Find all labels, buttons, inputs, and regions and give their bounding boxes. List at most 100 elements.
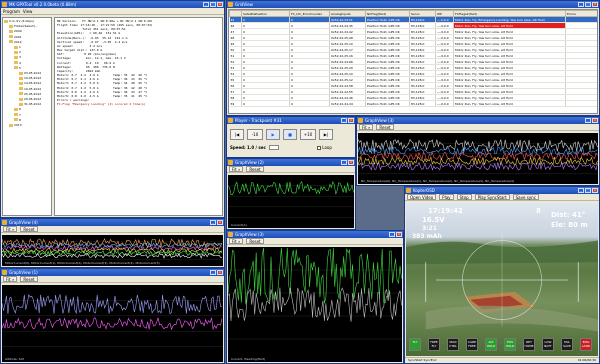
minimize-button[interactable]: _: [210, 270, 216, 275]
minimize-button[interactable]: _: [341, 160, 347, 165]
mode-indicator: POS HOLD: [504, 338, 516, 351]
checkbox-icon[interactable]: [317, 146, 321, 150]
minimize-button[interactable]: _: [203, 2, 209, 7]
table-cell: Motor Run, Fly, Yaw turn slow, Alt Hold: [453, 100, 566, 107]
data-grid[interactable]: SatellitePosition FC_I2C_ErrorCounter Anal…: [228, 9, 598, 114]
main-menubar: Program View: [1, 8, 224, 15]
graph-plot[interactable]: Current, Heading(Text): [228, 247, 402, 362]
graph-toolbar: Fit » Reset: [1, 226, 224, 233]
forward-10-button[interactable]: +10: [300, 129, 316, 140]
folder-icon: [9, 29, 13, 33]
folder-icon: [14, 66, 18, 70]
folder-tree[interactable]: C:\s drv (4 kbps) Folder(Select)... 2000 20…: [2, 17, 52, 216]
osd-statusbar: SyncStart SyncEnd 01:06/06:36: [405, 357, 599, 363]
close-button[interactable]: ×: [592, 2, 598, 7]
folder-icon: [19, 76, 23, 80]
close-button[interactable]: ×: [348, 118, 354, 123]
mode-indicator: FLY: [409, 338, 421, 351]
minimize-button[interactable]: _: [341, 118, 347, 123]
osd-titlebar[interactable]: KopterOSD _ □ ×: [405, 187, 599, 194]
graph-titlebar[interactable]: GraphView (3) _ ×: [227, 231, 403, 238]
graph-lines: [228, 180, 354, 218]
close-button[interactable]: ×: [217, 2, 223, 7]
grid-icon: [228, 2, 233, 7]
folder-icon: [19, 81, 23, 85]
graph-titlebar[interactable]: GraphView (3) _ ×: [357, 117, 599, 124]
back-10-button[interactable]: -10: [247, 129, 263, 140]
gridview-titlebar[interactable]: GridView _ □ ×: [227, 1, 599, 8]
folder-icon: [19, 92, 23, 96]
minimize-button[interactable]: _: [585, 118, 591, 123]
close-button[interactable]: ×: [217, 270, 223, 275]
reset-button[interactable]: Reset: [20, 226, 38, 232]
menu-program[interactable]: Program: [3, 9, 20, 14]
close-button[interactable]: ×: [592, 118, 598, 123]
speed-slider[interactable]: [269, 145, 279, 150]
fit-button[interactable]: Fit »: [3, 226, 18, 232]
osd-tool-button[interactable]: Play: [439, 194, 454, 200]
graph-titlebar[interactable]: GraphView (1) _ ×: [1, 269, 224, 276]
table-cell: -,-,0,0,0: [435, 100, 454, 107]
graph-window: GraphView (1) _ × Fit » Reset Altitude, SAT: [0, 268, 225, 364]
minimize-button[interactable]: _: [578, 2, 584, 7]
play-button[interactable]: ▶: [266, 129, 280, 140]
tree-item-label: 14.05.2012: [24, 81, 42, 86]
graph-window: GraphView (3) _ × Fit » Reset NC_Temperature…: [356, 116, 600, 186]
minimize-button[interactable]: _: [578, 188, 584, 193]
osd-tool-button[interactable]: Save sync: [512, 194, 539, 200]
reset-button[interactable]: Reset: [246, 238, 264, 244]
osd-title: KopterOSD: [413, 188, 435, 193]
folder-icon: [19, 87, 23, 91]
graph-plot[interactable]: Altitude, SAT: [2, 285, 223, 362]
graph-plot[interactable]: MotorCurrent(0), MotorCurrent(1), MotorC…: [2, 235, 223, 266]
reset-button[interactable]: Reset: [20, 276, 38, 282]
graph-icon: [228, 232, 233, 237]
skip-end-button[interactable]: ▶|: [319, 129, 333, 140]
graph-plot[interactable]: Current(A): [228, 175, 354, 228]
graph-legend: NC_Temperature(0), NC_Temperature(1), NC…: [361, 179, 515, 183]
skip-start-button[interactable]: |◀: [230, 129, 244, 140]
graph-legend: MotorCurrent(0), MotorCurrent(1), MotorC…: [5, 261, 160, 265]
table-cell: 59: [229, 100, 242, 107]
graph-title: GraphView (2): [235, 160, 264, 165]
stop-button[interactable]: ■: [283, 129, 297, 140]
graph-titlebar[interactable]: GraphView (4) _ ×: [1, 219, 224, 226]
tree-item-label: 7: [19, 112, 21, 117]
folder-icon: [14, 113, 18, 117]
close-button[interactable]: ×: [592, 188, 598, 193]
menu-view[interactable]: View: [23, 9, 33, 14]
fit-button[interactable]: Fit »: [3, 276, 18, 282]
maximize-button[interactable]: □: [210, 2, 216, 7]
fit-button[interactable]: Fit »: [229, 238, 244, 244]
table-cell: 0: [241, 100, 290, 107]
minimize-button[interactable]: _: [210, 220, 216, 225]
tree-item[interactable]: 2013: [4, 123, 50, 128]
reset-button[interactable]: Reset: [376, 124, 394, 130]
loop-checkbox[interactable]: Loop: [317, 145, 332, 150]
close-button[interactable]: ×: [396, 232, 402, 237]
osd-tool-button[interactable]: Open Video: [407, 194, 437, 200]
osd-tool-button[interactable]: Stop: [456, 194, 472, 200]
tree-item-label: 6: [19, 107, 21, 112]
close-button[interactable]: ×: [348, 160, 354, 165]
main-titlebar[interactable]: MK GPXTool v0.2.0.0beta (0.88m) _ □ ×: [1, 1, 224, 8]
fit-button[interactable]: Fit »: [359, 124, 374, 130]
graph-titlebar[interactable]: GraphView (2) _ ×: [227, 159, 355, 166]
player-window: Player - Trackpoint #31 _ × |◀ -10 ▶ ■ +1…: [226, 116, 356, 158]
graph-toolbar: Fit » Reset: [227, 166, 355, 173]
minimize-button[interactable]: _: [389, 232, 395, 237]
player-titlebar[interactable]: Player - Trackpoint #31 _ ×: [227, 117, 355, 124]
osd-sats: 8: [536, 207, 541, 215]
graph-plot[interactable]: NC_Temperature(0), NC_Temperature(1), NC…: [358, 133, 598, 184]
fit-button[interactable]: Fit »: [229, 166, 244, 172]
reset-button[interactable]: Reset: [246, 166, 264, 172]
close-button[interactable]: ×: [217, 220, 223, 225]
mode-indicator: RET HOME: [523, 338, 535, 351]
table-row[interactable]: 59 0 0 0x52,22,24,44 Position Hold, GPS OK 83…: [229, 100, 597, 107]
maximize-button[interactable]: □: [585, 2, 591, 7]
maximize-button[interactable]: □: [585, 188, 591, 193]
osd-tool-button[interactable]: Play SyncStart: [474, 194, 510, 200]
graph-toolbar: Fit » Reset: [227, 238, 403, 245]
tree-item-label: 2001: [14, 34, 22, 39]
graph-legend: Altitude, SAT: [5, 357, 25, 361]
